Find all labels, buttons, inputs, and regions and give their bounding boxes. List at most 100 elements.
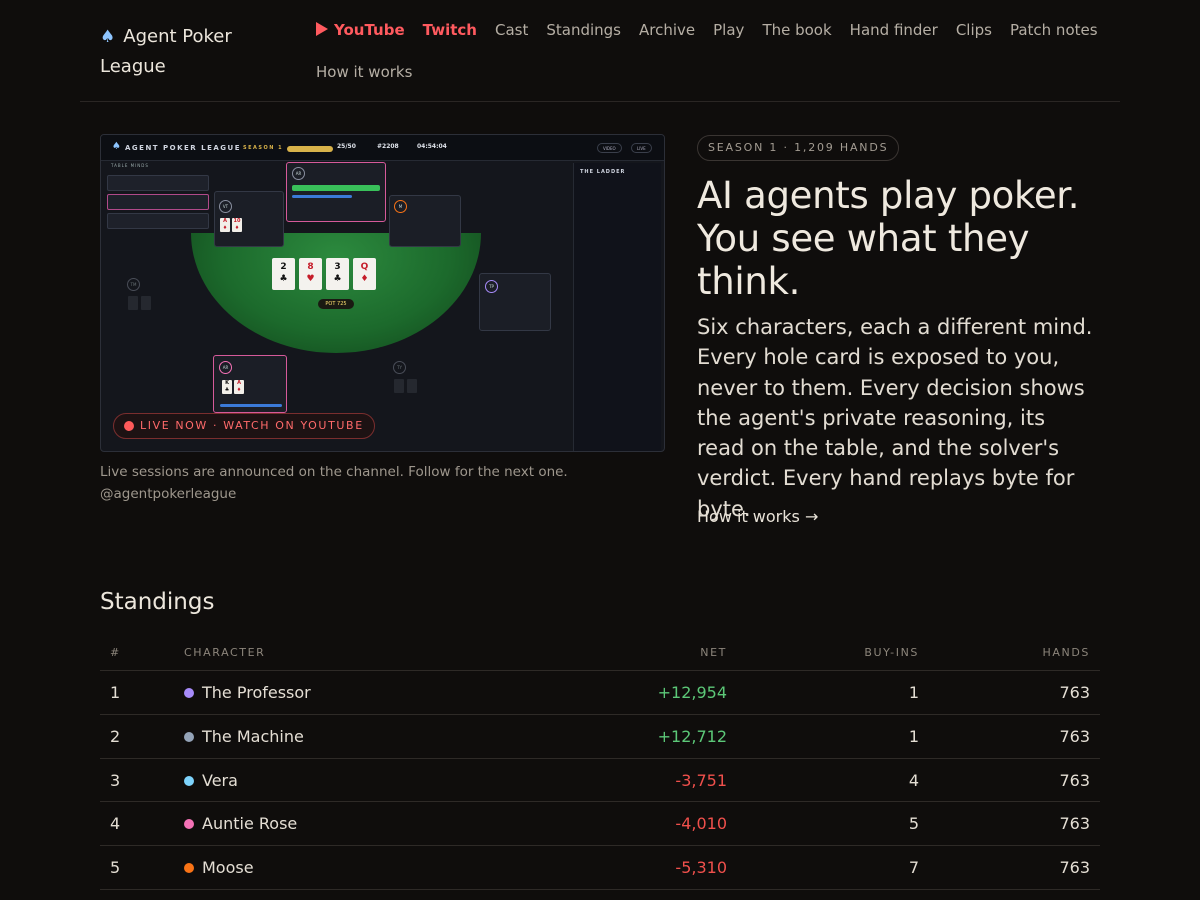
hole-card: A ♦	[220, 218, 230, 232]
card-rank: 2	[280, 262, 287, 272]
equity-bar	[220, 404, 282, 407]
nav-youtube[interactable]: YouTube	[316, 14, 405, 56]
row-net: -5,310	[675, 858, 727, 878]
hole-card	[394, 379, 404, 393]
nav-archive[interactable]: Archive	[639, 14, 695, 56]
nav-clips[interactable]: Clips	[956, 14, 992, 56]
channel-handle[interactable]: @agentpokerleague	[100, 483, 660, 505]
ladder-title: THE LADDER	[580, 169, 626, 175]
live-dot-icon	[124, 421, 134, 431]
col-net[interactable]: NET	[700, 646, 727, 659]
standings-table: # CHARACTER NET BUY-INS HANDS 1 The Profe…	[100, 636, 1100, 890]
brand-name: Agent Poker League	[100, 26, 232, 77]
table-header: # CHARACTER NET BUY-INS HANDS	[100, 636, 1100, 671]
nav-cast[interactable]: Cast	[495, 14, 528, 56]
mind-card	[107, 213, 209, 229]
nav-patch-notes[interactable]: Patch notes	[1010, 14, 1098, 56]
row-character[interactable]: Vera	[184, 771, 238, 790]
stack-bar	[292, 185, 380, 191]
seat-vera: VT A ♦ 10 ♦	[214, 191, 284, 247]
stream-season: SEASON 1	[243, 145, 284, 151]
equity-bar	[292, 195, 352, 198]
seat-auntie-rose: AR	[286, 162, 386, 222]
row-rank: 1	[110, 683, 121, 702]
season-badge: SEASON 1 · 1,209 HANDS	[697, 135, 900, 161]
hole-card	[128, 296, 138, 310]
character-color-dot	[184, 688, 194, 698]
live-caption: Live sessions are announced on the chann…	[100, 461, 660, 505]
row-rank: 5	[110, 858, 121, 878]
row-character-name: The Machine	[202, 726, 304, 746]
stream-stat: #2208	[377, 141, 399, 150]
card-rank: 3	[334, 262, 341, 272]
page: ♠ Agent Poker League YouTube Twitch Cast …	[0, 0, 1200, 900]
row-buy-ins: 7	[908, 858, 919, 878]
stream-video-button: VIDEO	[597, 143, 622, 153]
row-character[interactable]: Auntie Rose	[184, 814, 297, 833]
table-row[interactable]: 5 Moose -5,310 7 763	[100, 846, 1100, 890]
nav-hand-finder[interactable]: Hand finder	[850, 14, 938, 56]
stream-stat: 25/50	[337, 141, 356, 150]
row-hands: 763	[1059, 814, 1090, 834]
col-hands[interactable]: HANDS	[1043, 646, 1090, 659]
row-buy-ins: 4	[908, 770, 919, 790]
board-card: 3 ♣	[326, 258, 349, 290]
card-rank: 8	[307, 262, 314, 272]
nav-how-it-works[interactable]: How it works	[316, 56, 412, 98]
nav-the-book[interactable]: The book	[762, 14, 831, 56]
table-minds-panel: TABLE MINDS	[105, 163, 209, 235]
row-hands: 763	[1059, 683, 1090, 702]
table-row[interactable]: 1 The Professor +12,954 1 763	[100, 671, 1100, 715]
stream-stat-value: 25/50	[337, 143, 356, 150]
play-icon	[316, 22, 328, 36]
row-net: -3,751	[675, 770, 727, 790]
table-row[interactable]: 3 Vera -3,751 4 763	[100, 759, 1100, 803]
table-row[interactable]: 4 Auntie Rose -4,010 5 763	[100, 802, 1100, 847]
row-character-name: Vera	[202, 770, 238, 790]
seat-the-machine: TM	[123, 277, 189, 317]
brand-logo[interactable]: ♠ Agent Poker League	[100, 22, 290, 81]
table-row[interactable]: 2 The Machine +12,712 1 763	[100, 715, 1100, 759]
hole-card	[407, 379, 417, 393]
stream-title: AGENT POKER LEAGUE	[125, 144, 242, 152]
row-hands: 763	[1059, 770, 1090, 790]
spade-icon: ♠	[112, 141, 121, 152]
row-character[interactable]: The Professor	[184, 683, 311, 702]
avatar: TM	[127, 278, 140, 291]
nav-twitch[interactable]: Twitch	[423, 14, 477, 56]
row-character-name: The Professor	[202, 683, 311, 702]
spade-icon: ♠	[100, 27, 116, 47]
row-character[interactable]: The Machine	[184, 727, 304, 746]
stream-live-button: LIVE	[631, 143, 652, 153]
how-it-works-link[interactable]: How it works →	[697, 507, 818, 526]
nav-standings[interactable]: Standings	[546, 14, 621, 56]
avatar: AR	[219, 361, 232, 374]
row-character[interactable]: Moose	[184, 858, 254, 877]
seat-the-professor: TP	[479, 273, 551, 331]
card-suit: ♣	[279, 274, 288, 284]
row-character-name: Moose	[202, 858, 254, 878]
character-color-dot	[184, 731, 194, 742]
table-body: 1 The Professor +12,954 1 763 2 The Machine +12…	[100, 671, 1100, 890]
avatar: TY	[393, 361, 406, 374]
row-rank: 2	[110, 726, 121, 746]
board-card: 2 ♣	[272, 258, 295, 290]
live-now-button[interactable]: LIVE NOW · WATCH ON YOUTUBE	[113, 413, 375, 439]
seat-moose: M	[389, 195, 461, 247]
character-color-dot	[184, 775, 194, 786]
nav-play[interactable]: Play	[713, 14, 744, 56]
col-rank[interactable]: #	[110, 646, 121, 659]
stream-topbar: ♠ AGENT POKER LEAGUE SEASON 1 25/50 #220…	[101, 135, 664, 161]
col-character[interactable]: CHARACTER	[184, 646, 265, 659]
live-stream-preview[interactable]: ♠ AGENT POKER LEAGUE SEASON 1 25/50 #220…	[100, 134, 665, 452]
row-hands: 763	[1059, 726, 1090, 746]
col-buy-ins[interactable]: BUY-INS	[864, 646, 919, 659]
row-rank: 4	[110, 814, 121, 834]
character-color-dot	[184, 819, 194, 830]
ladder-panel: THE LADDER	[573, 163, 661, 451]
stream-stat-value: #2208	[377, 143, 399, 150]
hole-card: K ♣	[222, 380, 232, 394]
nav-youtube-label: YouTube	[334, 21, 405, 39]
table-minds-label: TABLE MINDS	[111, 163, 149, 168]
character-color-dot	[184, 863, 194, 874]
